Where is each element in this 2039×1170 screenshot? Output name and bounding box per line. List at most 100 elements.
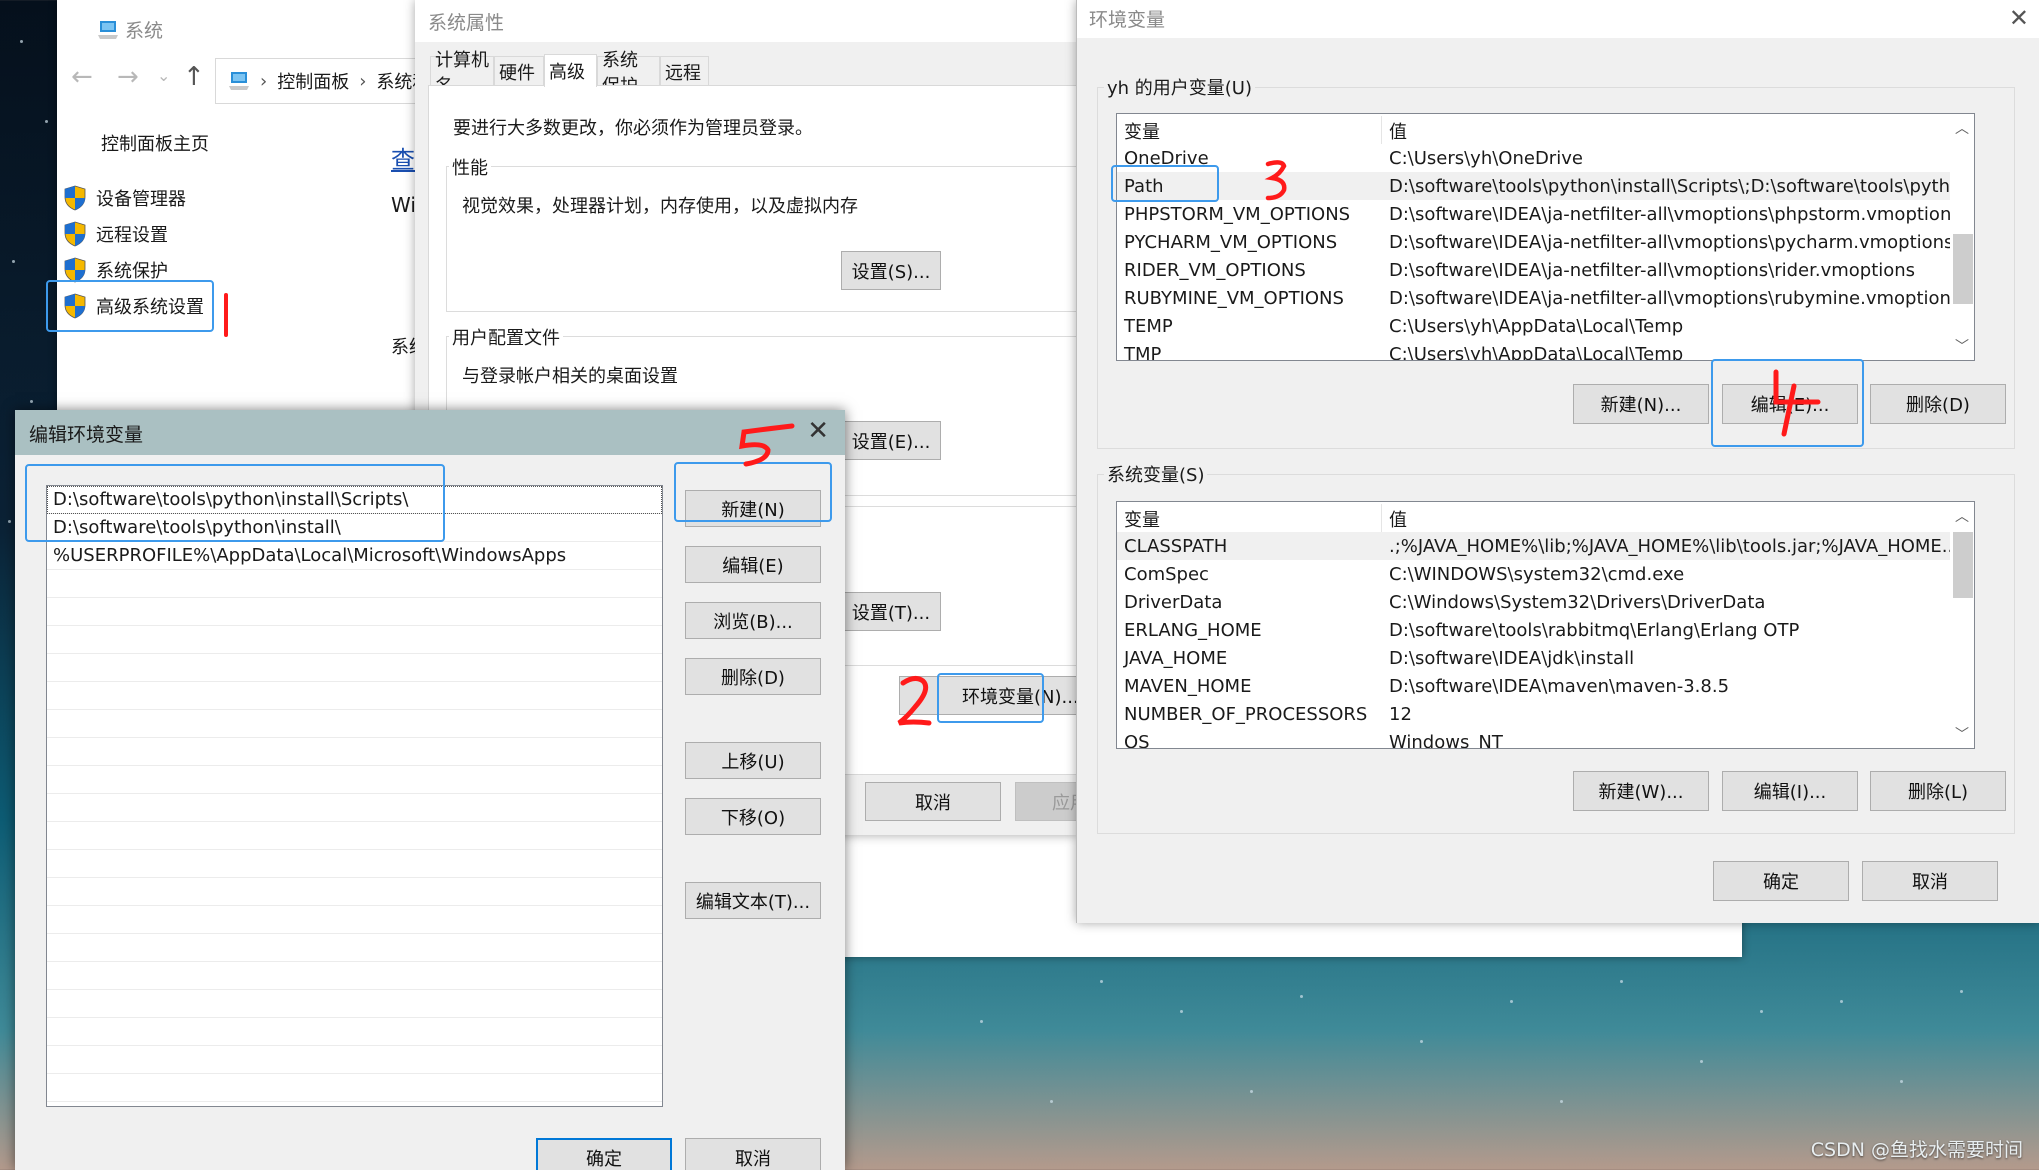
close-icon[interactable]: ✕: [807, 416, 829, 446]
scroll-thumb[interactable]: [1953, 532, 1973, 598]
list-item[interactable]: [47, 598, 662, 626]
delete-entry-button[interactable]: 删除(D): [685, 658, 821, 695]
system-vars-list[interactable]: 变量 值 CLASSPATH .;%JAVA_HOME%\lib;%JAVA_HO…: [1116, 501, 1975, 749]
list-item[interactable]: [47, 738, 662, 766]
back-arrow-icon[interactable]: ←: [71, 62, 93, 92]
list-item[interactable]: [47, 1018, 662, 1046]
tab-advanced[interactable]: 高级: [544, 54, 597, 87]
move-down-button[interactable]: 下移(O): [685, 798, 821, 835]
list-item[interactable]: [47, 990, 662, 1018]
user-new-button[interactable]: 新建(N)...: [1573, 384, 1709, 424]
environment-variables-button[interactable]: 环境变量(N)...: [899, 676, 1079, 715]
table-row[interactable]: RUBYMINE_VM_OPTIONS D:\software\IDEA\ja-n…: [1117, 284, 1974, 312]
system-delete-button[interactable]: 删除(L): [1870, 771, 2006, 811]
table-row[interactable]: PHPSTORM_VM_OPTIONS D:\software\IDEA\ja-n…: [1117, 200, 1974, 228]
system-new-button[interactable]: 新建(W)...: [1573, 771, 1709, 811]
table-row[interactable]: OS Windows_NT: [1117, 728, 1974, 749]
star-decoration: [45, 120, 48, 123]
list-item[interactable]: [47, 626, 662, 654]
close-icon[interactable]: ✕: [2009, 4, 2029, 32]
table-row[interactable]: PYCHARM_VM_OPTIONS D:\software\IDEA\ja-ne…: [1117, 228, 1974, 256]
table-row[interactable]: NUMBER_OF_PROCESSORS 12: [1117, 700, 1974, 728]
column-header-value[interactable]: 值: [1389, 118, 1407, 144]
tab-system-protection[interactable]: 系统保护: [597, 50, 660, 97]
list-item[interactable]: [47, 822, 662, 850]
table-row[interactable]: CLASSPATH .;%JAVA_HOME%\lib;%JAVA_HOME%\l…: [1117, 532, 1974, 560]
path-entries-list[interactable]: D:\software\tools\python\install\Scripts…: [46, 485, 663, 1107]
side-link-remote[interactable]: 远程设置: [64, 221, 168, 247]
column-header-value[interactable]: 值: [1389, 506, 1407, 532]
edit-entry-button[interactable]: 编辑(E): [685, 546, 821, 583]
table-row[interactable]: OneDrive C:\Users\yh\OneDrive: [1117, 144, 1974, 172]
tab-computer-name[interactable]: 计算机名: [430, 50, 494, 97]
recent-dropdown-icon[interactable]: ⌄: [157, 66, 170, 85]
list-item[interactable]: [47, 710, 662, 738]
move-up-button[interactable]: 上移(U): [685, 742, 821, 779]
table-row[interactable]: TMP C:\Users\yh\AppData\Local\Temp: [1117, 340, 1974, 361]
browse-button[interactable]: 浏览(B)...: [685, 602, 821, 639]
side-link-device-manager[interactable]: 设备管理器: [64, 185, 186, 211]
ok-button[interactable]: 确定: [1713, 861, 1849, 901]
table-row[interactable]: MAVEN_HOME D:\software\IDEA\maven\maven-3…: [1117, 672, 1974, 700]
table-row[interactable]: ERLANG_HOME D:\software\tools\rabbitmq\Er…: [1117, 616, 1974, 644]
system-edit-button[interactable]: 编辑(I)...: [1722, 771, 1858, 811]
tab-remote[interactable]: 远程: [660, 56, 709, 86]
list-item[interactable]: [47, 962, 662, 990]
variable-name: PHPSTORM_VM_OPTIONS: [1124, 203, 1351, 225]
performance-settings-button[interactable]: 设置(S)...: [841, 251, 941, 290]
list-item[interactable]: [47, 906, 662, 934]
up-arrow-icon[interactable]: ↑: [183, 62, 205, 92]
list-item[interactable]: [47, 794, 662, 822]
user-vars-scrollbar[interactable]: ︿ ﹀: [1950, 114, 1974, 360]
list-item[interactable]: [47, 682, 662, 710]
user-profiles-settings-button[interactable]: 设置(E)...: [841, 421, 941, 460]
side-link-protection[interactable]: 系统保护: [64, 257, 168, 283]
scroll-down-icon[interactable]: ﹀: [1950, 724, 1974, 744]
side-link-home[interactable]: 控制面板主页: [101, 130, 209, 156]
column-header-variable[interactable]: 变量: [1124, 506, 1160, 532]
button-label: 新建(N): [721, 499, 785, 521]
button-label: 取消: [1912, 872, 1948, 893]
scroll-down-icon[interactable]: ﹀: [1950, 336, 1974, 356]
list-item[interactable]: D:\software\tools\python\install\Scripts…: [47, 486, 662, 514]
new-entry-button[interactable]: 新建(N): [685, 490, 821, 527]
table-row[interactable]: JAVA_HOME D:\software\IDEA\jdk\install: [1117, 644, 1974, 672]
list-item[interactable]: [47, 766, 662, 794]
table-row[interactable]: RIDER_VM_OPTIONS D:\software\IDEA\ja-netf…: [1117, 256, 1974, 284]
tab-hardware[interactable]: 硬件: [494, 56, 544, 86]
cancel-button[interactable]: 取消: [1862, 861, 1998, 901]
list-item[interactable]: [47, 850, 662, 878]
list-item[interactable]: %USERPROFILE%\AppData\Local\Microsoft\Wi…: [47, 542, 662, 570]
table-row[interactable]: DriverData C:\Windows\System32\Drivers\Dr…: [1117, 588, 1974, 616]
list-item[interactable]: [47, 654, 662, 682]
scroll-thumb[interactable]: [1953, 234, 1973, 304]
user-delete-button[interactable]: 删除(D): [1870, 384, 2006, 424]
edit-text-button[interactable]: 编辑文本(T)...: [685, 882, 821, 919]
partial-link-text[interactable]: 查: [391, 140, 415, 175]
breadcrumb-control-panel[interactable]: 控制面板: [277, 68, 349, 94]
table-row[interactable]: Path D:\software\tools\python\install\Scr…: [1117, 172, 1974, 200]
list-item[interactable]: D:\software\tools\python\install\: [47, 514, 662, 542]
column-header-variable[interactable]: 变量: [1124, 118, 1160, 144]
list-item[interactable]: [47, 1046, 662, 1074]
user-vars-list[interactable]: 变量 值 OneDrive C:\Users\yh\OneDrive Path D:\…: [1116, 113, 1975, 361]
dialog-title: 编辑环境变量: [29, 424, 144, 446]
side-link-label: 远程设置: [96, 225, 168, 246]
performance-desc: 视觉效果，处理器计划，内存使用，以及虚拟内存: [462, 196, 858, 217]
system-vars-scrollbar[interactable]: ︿ ﹀: [1950, 502, 1974, 748]
forward-arrow-icon[interactable]: →: [117, 62, 139, 92]
cancel-button[interactable]: 取消: [685, 1138, 821, 1170]
scroll-up-icon[interactable]: ︿: [1950, 118, 1974, 138]
cancel-button[interactable]: 取消: [865, 782, 1001, 821]
ok-button[interactable]: 确定: [536, 1138, 672, 1170]
startup-settings-button[interactable]: 设置(T)...: [841, 592, 941, 631]
table-row[interactable]: TEMP C:\Users\yh\AppData\Local\Temp: [1117, 312, 1974, 340]
side-link-advanced-settings[interactable]: 高级系统设置: [64, 293, 204, 319]
list-item[interactable]: [47, 570, 662, 598]
list-item[interactable]: [47, 934, 662, 962]
list-item[interactable]: [47, 1074, 662, 1102]
user-edit-button[interactable]: 编辑(E)...: [1722, 384, 1858, 424]
list-item[interactable]: [47, 878, 662, 906]
table-row[interactable]: ComSpec C:\WINDOWS\system32\cmd.exe: [1117, 560, 1974, 588]
scroll-up-icon[interactable]: ︿: [1950, 506, 1974, 526]
